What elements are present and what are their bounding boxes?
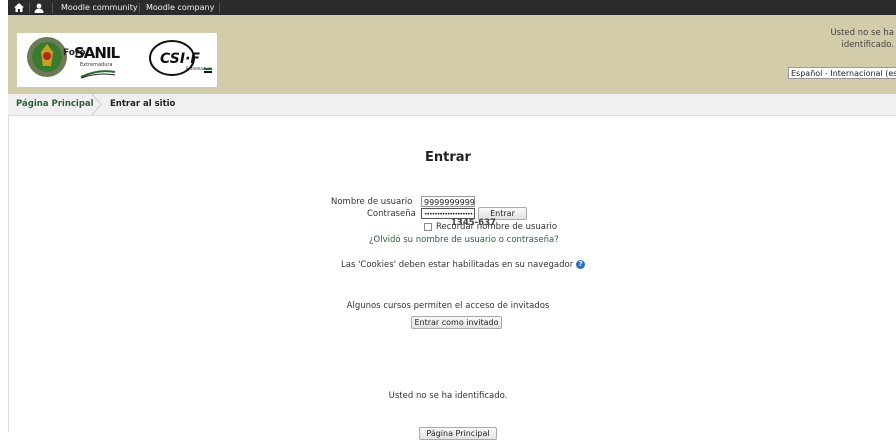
divider <box>139 3 140 13</box>
region-emblem-icon <box>27 37 67 77</box>
username-input[interactable]: 9999999999 <box>421 196 475 207</box>
cookies-notice: Las 'Cookies' deben estar habilitadas en… <box>341 260 586 270</box>
page-title: Entrar <box>425 150 471 165</box>
help-icon[interactable]: ? <box>576 260 586 269</box>
home-page-button[interactable]: Página Principal <box>419 427 497 440</box>
csif-logo-icon: CSI·F Extremadura <box>149 40 213 76</box>
footer-login-status: Usted no se ha identificado. <box>388 391 508 401</box>
overlay-number-text: 1345-637 <box>451 218 496 228</box>
logo-region-text: Extremadura <box>80 62 113 68</box>
moodle-community-link[interactable]: Moodle community <box>61 0 138 15</box>
home-icon[interactable] <box>12 0 26 15</box>
guest-login-button[interactable]: Entrar como invitado <box>411 316 502 329</box>
remember-username-checkbox[interactable] <box>424 223 432 231</box>
forgot-password-link[interactable]: ¿Olvidó su nombre de usuario o contraseñ… <box>369 235 559 245</box>
password-label: Contraseña <box>367 209 416 219</box>
logo-swoosh-icon <box>80 70 116 79</box>
breadcrumb-home-link[interactable]: Página Principal <box>16 94 94 115</box>
user-icon[interactable] <box>32 0 46 15</box>
cookies-text: Las 'Cookies' deben estar habilitadas en… <box>341 260 574 270</box>
login-info-text: Usted no se ha identificado. <box>830 28 894 50</box>
guest-access-text: Algunos cursos permiten el acceso de inv… <box>346 301 550 311</box>
moodle-company-link[interactable]: Moodle company <box>146 0 214 15</box>
divider <box>29 3 30 13</box>
language-select[interactable]: Español - Internacional (es) <box>788 67 896 79</box>
breadcrumb-current: Entrar al sitio <box>110 99 176 109</box>
logo-sanil-text: SANIL <box>74 44 120 62</box>
breadcrumb-separator-icon <box>91 94 102 115</box>
top-navbar: Moodle community Moodle company <box>8 0 896 15</box>
divider <box>219 3 220 13</box>
username-label: Nombre de usuario <box>331 197 413 207</box>
divider <box>52 3 53 13</box>
svg-text:CSI·F: CSI·F <box>160 51 200 67</box>
